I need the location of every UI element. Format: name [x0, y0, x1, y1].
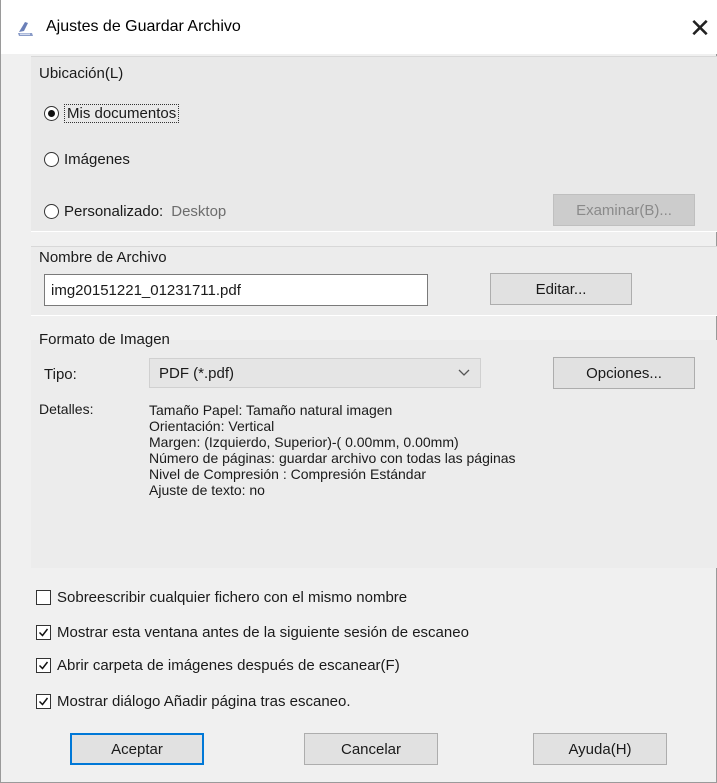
edit-button[interactable]: Editar... — [490, 273, 632, 305]
checkbox-label: Mostrar esta ventana antes de la siguien… — [57, 623, 469, 641]
location-label: Ubicación(L) — [39, 65, 124, 82]
checkbox-label: Sobreescribir cualquier fichero con el m… — [57, 588, 408, 606]
cancel-button[interactable]: Cancelar — [304, 733, 438, 765]
detail-line: Orientación: Vertical — [149, 418, 275, 434]
detail-line: Tamaño Papel: Tamaño natural imagen — [149, 402, 393, 418]
radio-personalizado[interactable]: Personalizado: Desktop — [44, 200, 226, 222]
radio-button[interactable] — [44, 151, 59, 167]
help-button[interactable]: Ayuda(H) — [533, 733, 667, 765]
image-format-label: Formato de Imagen — [39, 331, 170, 348]
type-select-value: PDF (*.pdf) — [159, 364, 235, 382]
filename-field[interactable]: img20151221_01231711.pdf — [44, 274, 428, 306]
radio-label: Mis documentos — [64, 103, 180, 123]
detail-line: Margen: (Izquierdo, Superior)-( 0.00mm, … — [149, 434, 459, 450]
save-settings-dialog: Ajustes de Guardar Archivo ✕ Ubicación(L… — [0, 0, 717, 783]
radio-label: Imágenes — [64, 150, 130, 168]
ok-button[interactable]: Aceptar — [70, 733, 204, 765]
checkbox-unchecked[interactable] — [36, 589, 51, 605]
title-bar: Ajustes de Guardar Archivo ✕ — [1, 0, 717, 54]
detail-line: Ajuste de texto: no — [149, 482, 265, 498]
checkbox-label: Abrir carpeta de imágenes después de esc… — [57, 656, 400, 674]
checkbox-checked[interactable] — [36, 693, 51, 709]
radio-mis-documentos[interactable]: Mis documentos — [44, 102, 180, 124]
checkbox-checked[interactable] — [36, 624, 51, 640]
detail-line: Nivel de Compresión : Compresión Estánda… — [149, 466, 427, 482]
checkmark-icon — [38, 697, 49, 706]
checkbox-open-folder[interactable]: Abrir carpeta de imágenes después de esc… — [36, 654, 400, 676]
checkbox-add-page-dialog[interactable]: Mostrar diálogo Añadir página tras escan… — [36, 690, 351, 712]
checkbox-label: Mostrar diálogo Añadir página tras escan… — [57, 692, 351, 710]
options-button[interactable]: Opciones... — [553, 357, 695, 389]
details-text: Tamaño Papel: Tamaño natural imagen Orie… — [149, 402, 516, 498]
radio-button[interactable] — [44, 203, 59, 219]
browse-button[interactable]: Examinar(B)... — [553, 194, 695, 226]
window-title: Ajustes de Guardar Archivo — [46, 18, 241, 35]
type-select[interactable]: PDF (*.pdf) — [149, 358, 481, 388]
radio-label: Personalizado: — [64, 202, 164, 220]
chevron-down-icon — [458, 369, 470, 376]
details-label: Detalles: — [39, 401, 94, 417]
detail-line: Número de páginas: guardar archivo con t… — [149, 450, 516, 466]
checkmark-icon — [38, 628, 49, 637]
checkbox-show-window[interactable]: Mostrar esta ventana antes de la siguien… — [36, 621, 469, 643]
type-label: Tipo: — [44, 366, 77, 383]
custom-path-value: Desktop — [171, 202, 227, 220]
radio-button-checked[interactable] — [44, 105, 59, 121]
checkbox-overwrite[interactable]: Sobreescribir cualquier fichero con el m… — [36, 586, 407, 608]
checkmark-icon — [38, 661, 49, 670]
radio-imagenes[interactable]: Imágenes — [44, 148, 130, 170]
filename-label: Nombre de Archivo — [39, 249, 167, 266]
checkbox-checked[interactable] — [36, 657, 51, 673]
scanner-icon — [16, 18, 36, 38]
close-icon[interactable]: ✕ — [682, 10, 717, 46]
